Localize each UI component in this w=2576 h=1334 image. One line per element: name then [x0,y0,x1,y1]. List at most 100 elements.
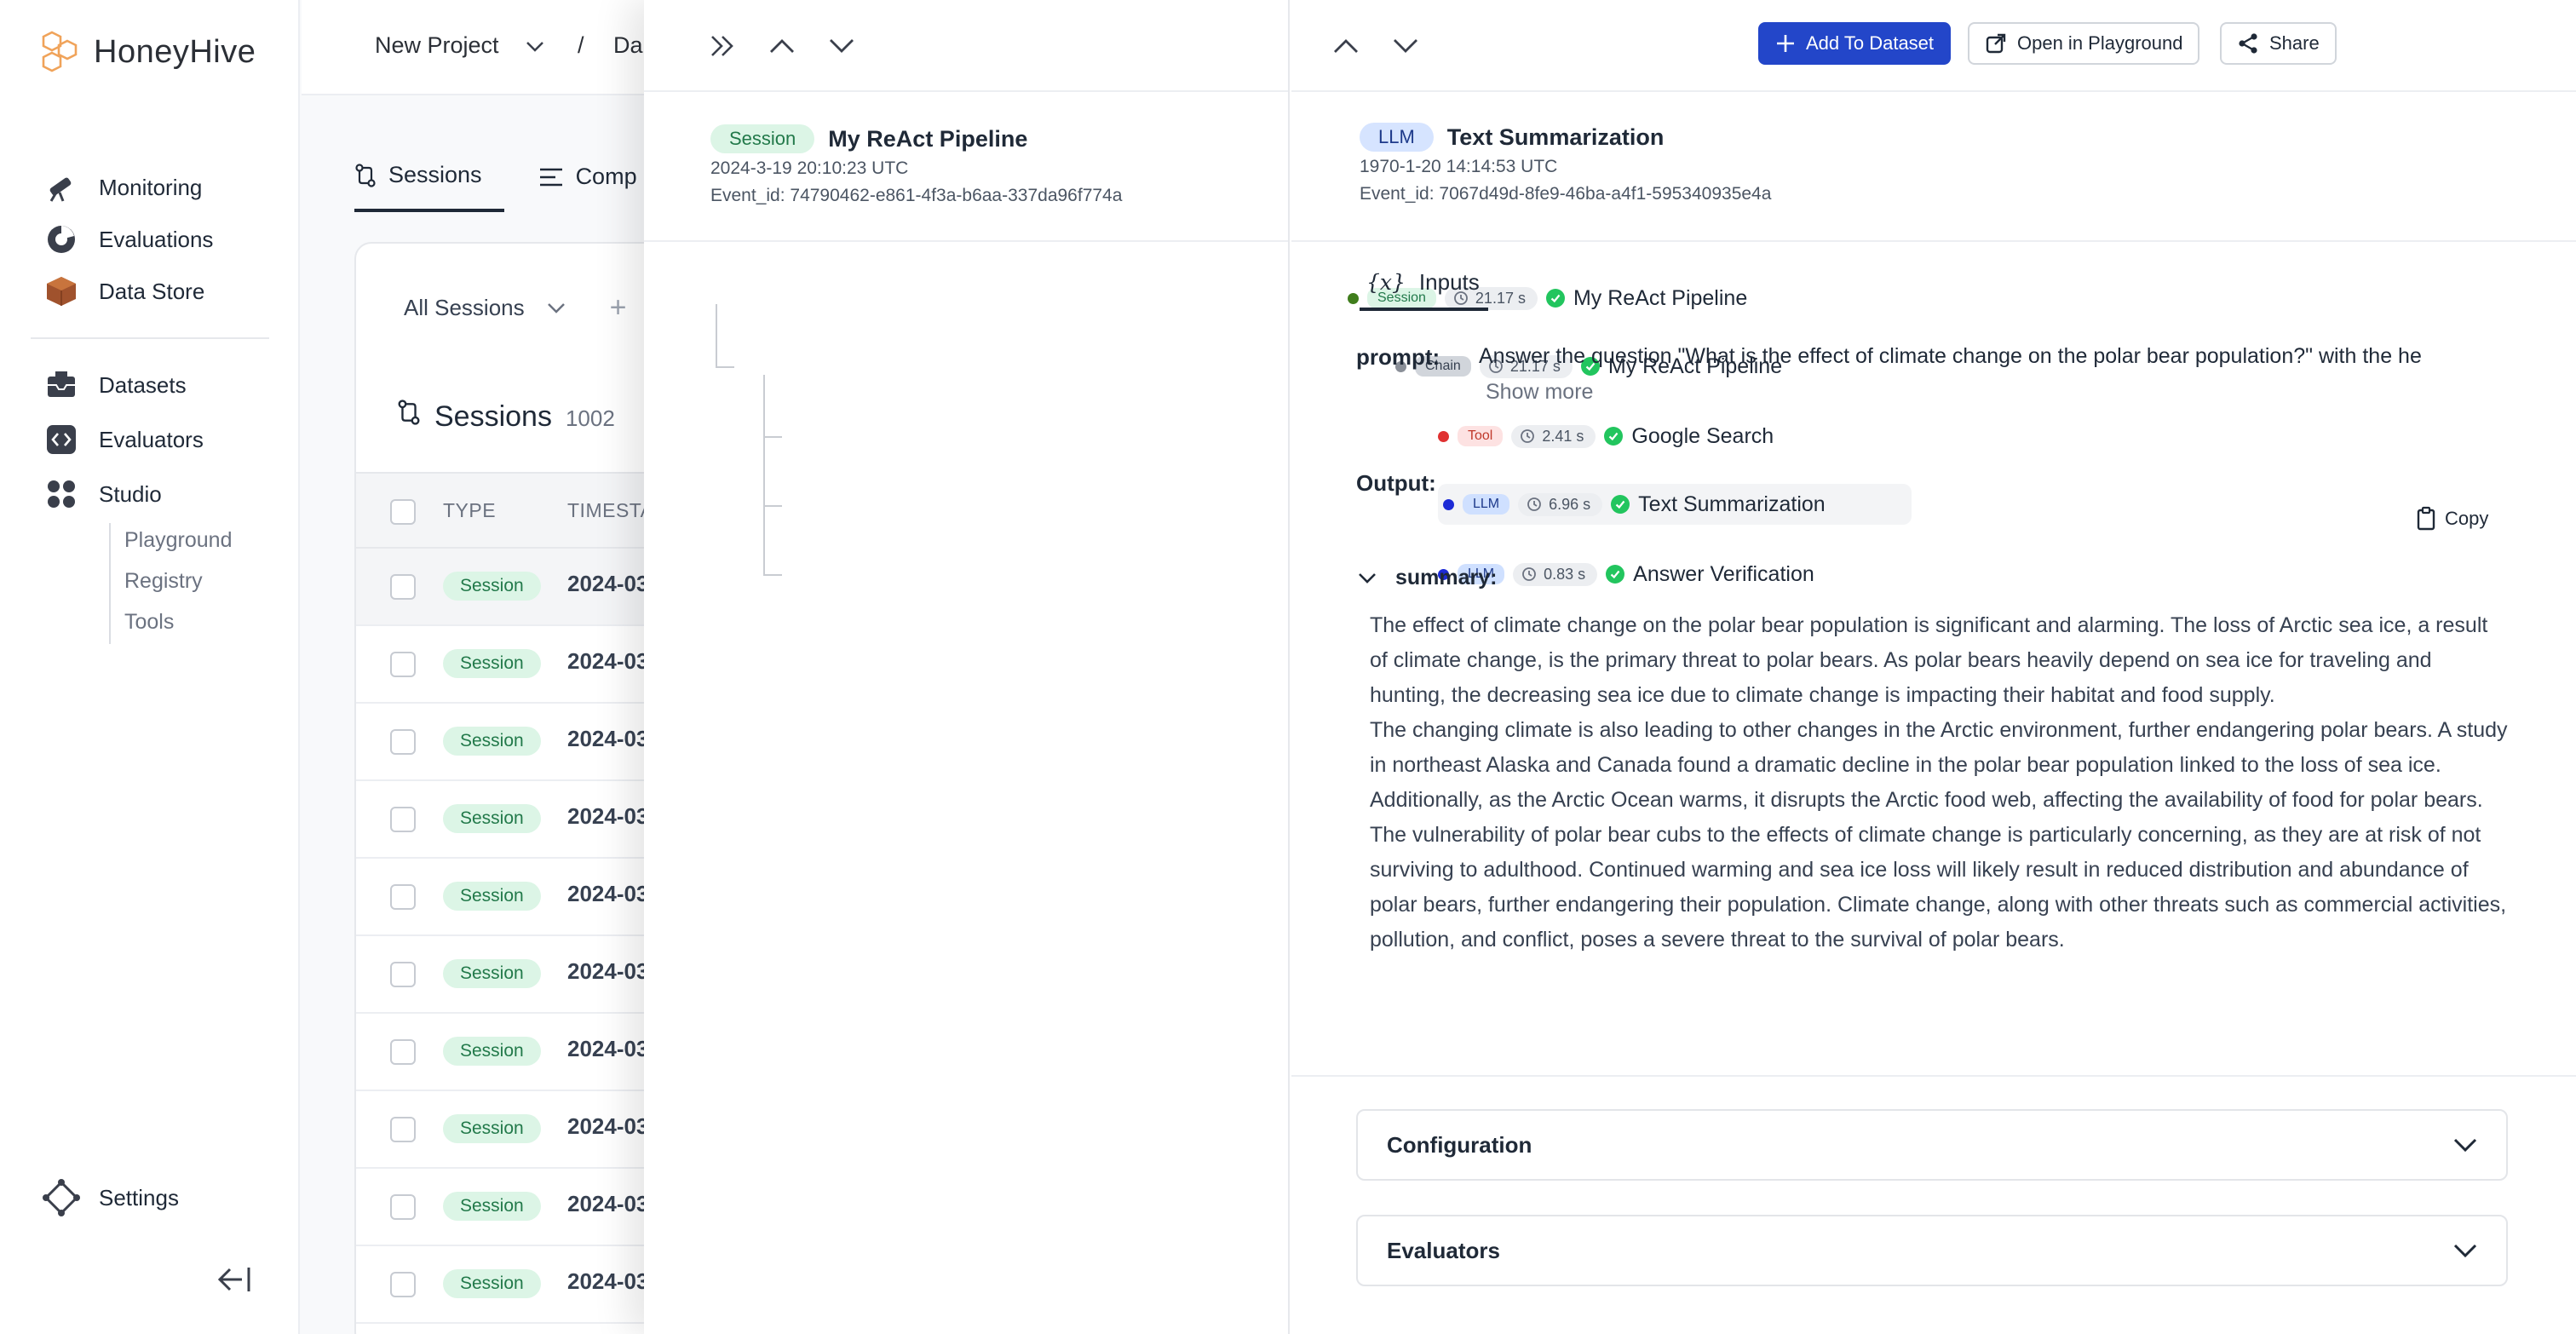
project-name: New Project [375,32,499,58]
nav-evaluators[interactable]: Evaluators [44,421,300,458]
nav-datasets-label: Datasets [99,371,187,398]
sessions-title: Sessions [434,400,552,433]
double-chevron-right-icon [711,36,733,56]
subnav-playground[interactable]: Playground [124,528,232,553]
brand-name: HoneyHive [94,33,256,70]
row-timestamp: 2024-03 [567,958,649,984]
nav-studio[interactable]: Studio [44,475,300,513]
configuration-accordion[interactable]: Configuration [1356,1109,2508,1181]
nav-monitoring[interactable]: Monitoring [44,169,300,206]
prompt-label: prompt: [1356,344,1440,370]
row-type-badge: Session [443,649,541,678]
open-in-playground-label: Open in Playground [2017,32,2183,54]
tab-sessions-label: Sessions [388,162,482,187]
copy-button[interactable]: Copy [2416,506,2488,532]
session-type-badge: Session [710,124,815,153]
chevron-down-icon [830,39,854,53]
configuration-label: Configuration [1387,1131,1532,1158]
row-checkbox[interactable] [390,574,416,600]
event-id: Event_id: 7067d49d-8fe9-46ba-a4f1-595340… [1360,184,1772,204]
settings-label: Settings [99,1184,179,1210]
tab-inputs[interactable]: {x} Inputs [1360,269,1488,311]
row-type-badge: Session [443,1114,541,1143]
next-trace-button[interactable] [823,27,860,65]
previous-trace-button[interactable] [763,27,801,65]
collapse-sidebar-button[interactable] [213,1261,254,1298]
nav-evaluators-label: Evaluators [99,426,204,452]
telescope-icon [44,170,78,204]
summary-label: summary: [1395,566,1498,589]
trace-tree-pane: Session My ReAct Pipeline 2024-3-19 20:1… [644,0,1912,1334]
row-timestamp: 2024-03 [567,1113,649,1139]
chevron-up-icon [770,39,794,53]
row-timestamp: 2024-03 [567,1268,649,1294]
sidebar: HoneyHive Monitoring Evaluations Data St… [0,0,300,1334]
tree-connector [763,574,782,576]
summary-paragraph: The changing climate is also leading to … [1370,718,2508,812]
project-selector[interactable]: New Project [375,32,544,59]
brand-logo[interactable]: HoneyHive [37,29,256,75]
nav-divider [31,337,269,339]
plus-icon [1777,35,1794,52]
add-to-dataset-button[interactable]: Add To Dataset [1758,22,1952,65]
settings-icon [43,1179,80,1216]
row-checkbox[interactable] [390,729,416,755]
row-type-badge: Session [443,1037,541,1066]
evaluators-accordion[interactable]: Evaluators [1356,1215,2508,1286]
subnav-tools[interactable]: Tools [124,610,174,635]
sessions-heading: Sessions 1002 [397,399,615,434]
nav-data-store[interactable]: Data Store [44,273,300,310]
previous-event-button[interactable] [1327,27,1365,65]
subnav-registry[interactable]: Registry [124,569,203,594]
nav-monitoring-label: Monitoring [99,174,203,200]
row-checkbox[interactable] [390,1272,416,1297]
tree-connector [763,436,782,438]
row-type-badge: Session [443,1269,541,1298]
share-label: Share [2269,32,2320,54]
row-type-badge: Session [443,882,541,911]
open-in-playground-button[interactable]: Open in Playground [1968,22,2200,65]
row-checkbox[interactable] [390,1039,416,1065]
tab-sessions[interactable]: Sessions [354,162,504,212]
chevron-up-icon [1334,39,1358,53]
row-checkbox[interactable] [390,1194,416,1220]
row-checkbox[interactable] [390,1117,416,1142]
row-checkbox[interactable] [390,884,416,910]
event-name: Text Summarization [1446,124,1665,150]
studio-subnav: Playground Registry Tools [109,523,232,644]
breadcrumb-separator: / [578,32,584,58]
summary-paragraph: The effect of climate change on the pola… [1370,613,2488,707]
sessions-tabs: Sessions Comp [354,162,637,212]
row-type-badge: Session [443,804,541,833]
row-type-badge: Session [443,959,541,988]
add-filter-button[interactable]: + [610,291,627,325]
close-drawer-button[interactable] [704,27,741,65]
event-type-badge: LLM [1360,123,1434,152]
pie-chart-icon [44,222,78,256]
row-checkbox[interactable] [390,962,416,987]
show-more-link[interactable]: Show more [1486,380,1593,405]
event-header: LLM Text Summarization 1970-1-20 14:14:5… [1291,92,2576,242]
nav-settings[interactable]: Settings [43,1179,179,1216]
nav-studio-label: Studio [99,480,162,507]
column-type[interactable]: TYPE [443,499,496,522]
session-header: Session My ReAct Pipeline 2024-3-19 20:1… [644,92,1288,242]
share-button[interactable]: Share [2220,22,2337,65]
nav-evaluations[interactable]: Evaluations [44,221,300,258]
column-timestamp[interactable]: TIMESTA [567,499,653,522]
next-event-button[interactable] [1387,27,1424,65]
select-all-checkbox[interactable] [390,499,416,525]
row-checkbox[interactable] [390,807,416,832]
tab-completions[interactable]: Comp [538,162,637,212]
evaluators-label: Evaluators [1387,1237,1500,1263]
chevron-down-icon [2453,1244,2477,1258]
copy-label: Copy [2445,508,2489,529]
box-icon [44,274,78,308]
session-name: My ReAct Pipeline [828,125,1028,152]
row-timestamp: 2024-03 [567,881,649,906]
breadcrumb-section[interactable]: Da [613,32,643,59]
session-filter[interactable]: All Sessions + [404,291,626,325]
row-checkbox[interactable] [390,652,416,677]
nav-datasets[interactable]: Datasets [44,366,300,404]
summary-toggle[interactable]: summary: [1358,566,1498,590]
